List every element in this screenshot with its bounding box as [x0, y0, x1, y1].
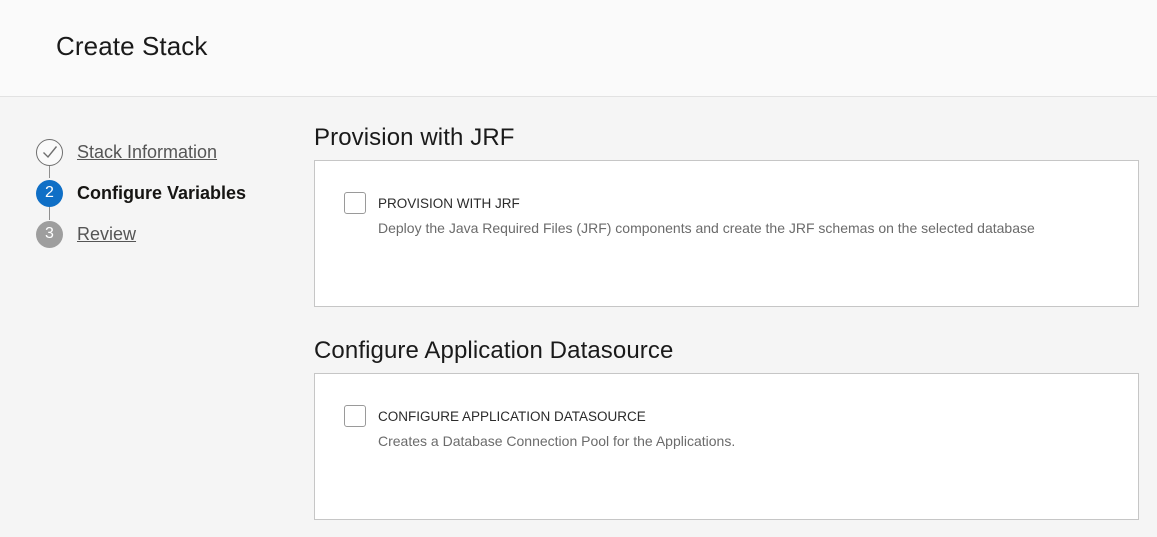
step-review[interactable]: 3 Review — [36, 220, 136, 248]
page-header: Create Stack — [0, 0, 1157, 97]
app-datasource-help: Creates a Database Connection Pool for t… — [378, 433, 736, 449]
page-title: Create Stack — [56, 31, 208, 61]
step-label: Configure Variables — [77, 182, 247, 203]
step-configure-variables: 2 Configure Variables — [36, 179, 246, 207]
step-label[interactable]: Review — [77, 224, 136, 245]
step-connector — [49, 165, 50, 178]
provision-jrf-help: Deploy the Java Required Files (JRF) com… — [378, 220, 1035, 236]
section-title-provision-jrf: Provision with JRF — [314, 124, 515, 151]
section-title-app-datasource: Configure Application Datasource — [314, 337, 674, 364]
step-number: 2 — [36, 179, 63, 207]
provision-jrf-panel: PROVISION WITH JRF Deploy the Java Requi… — [314, 160, 1139, 307]
step-number: 3 — [36, 220, 63, 248]
step-label[interactable]: Stack Information — [77, 142, 217, 163]
step-stack-information[interactable]: Stack Information — [36, 138, 217, 166]
step-connector — [49, 206, 50, 220]
app-datasource-checkbox[interactable] — [344, 405, 366, 427]
checkmark-icon — [36, 138, 63, 166]
provision-jrf-checkbox[interactable] — [344, 192, 366, 214]
provision-jrf-label: PROVISION WITH JRF — [378, 196, 520, 211]
app-datasource-label: CONFIGURE APPLICATION DATASOURCE — [378, 409, 646, 424]
app-datasource-panel: CONFIGURE APPLICATION DATASOURCE Creates… — [314, 373, 1139, 520]
